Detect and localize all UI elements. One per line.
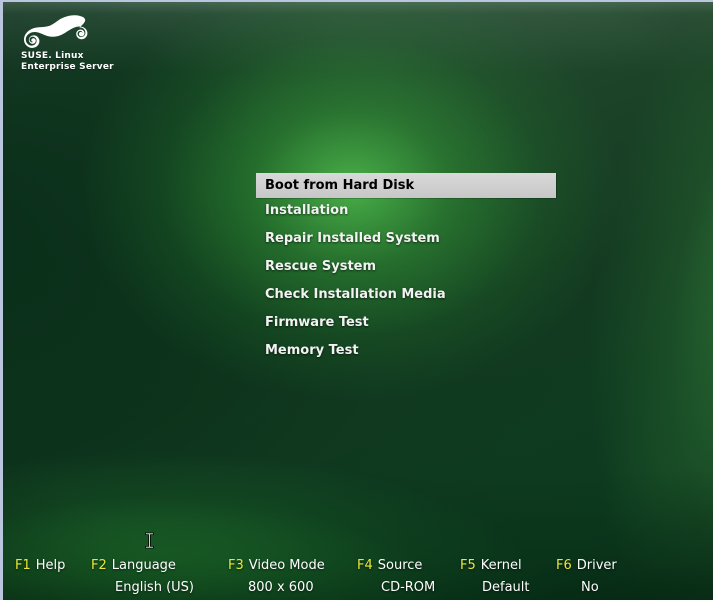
function-key-f2[interactable]: F2 Language: [91, 556, 176, 576]
function-key-f2-code: F2: [91, 558, 107, 573]
function-key-f5-value: Default: [482, 580, 530, 595]
function-key-f1[interactable]: F1 Help: [15, 556, 65, 576]
boot-menu-item-installation[interactable]: Installation: [256, 198, 556, 226]
suse-geeko-chameleon-icon: [23, 15, 88, 48]
boot-menu[interactable]: Boot from Hard Disk Installation Repair …: [256, 173, 556, 366]
function-key-f6-code: F6: [556, 558, 572, 573]
function-key-f4-value: CD-ROM: [381, 580, 436, 595]
function-key-f4-label: Source: [377, 558, 423, 573]
boot-screen: SUSE. Linux Enterprise Server Boot from …: [0, 0, 713, 600]
function-key-bar: F1 Help F2 Language F3 Video Mode F4 Source …: [3, 552, 713, 600]
function-key-f3-label: Video Mode: [248, 558, 325, 573]
function-key-row: F1 Help F2 Language F3 Video Mode F4 Source …: [3, 556, 713, 578]
function-key-f6-label: Driver: [576, 558, 617, 573]
boot-menu-item-repair-installed-system[interactable]: Repair Installed System: [256, 226, 556, 254]
function-key-f6[interactable]: F6 Driver: [556, 556, 617, 576]
function-key-f3-code: F3: [228, 558, 244, 573]
boot-menu-item-rescue-system[interactable]: Rescue System: [256, 254, 556, 282]
product-name: SUSE. Linux Enterprise Server: [21, 51, 151, 73]
function-value-row: English (US) 800 x 600 CD-ROM Default No: [3, 578, 713, 600]
suse-branding: SUSE. Linux Enterprise Server: [21, 13, 151, 73]
boot-menu-item-memory-test[interactable]: Memory Test: [256, 338, 556, 366]
boot-menu-item-boot-from-hard-disk[interactable]: Boot from Hard Disk: [256, 173, 556, 198]
function-key-f2-label: Language: [111, 558, 176, 573]
boot-menu-item-check-installation-media[interactable]: Check Installation Media: [256, 282, 556, 310]
function-key-f4[interactable]: F4 Source: [357, 556, 422, 576]
function-key-f4-code: F4: [357, 558, 373, 573]
function-key-f1-label: Help: [35, 558, 66, 573]
product-name-line-1: SUSE. Linux: [21, 51, 84, 61]
function-key-f6-value: No: [581, 580, 599, 595]
function-key-f5-code: F5: [460, 558, 476, 573]
function-key-f3[interactable]: F3 Video Mode: [228, 556, 325, 576]
boot-menu-item-firmware-test[interactable]: Firmware Test: [256, 310, 556, 338]
function-key-f1-code: F1: [15, 558, 31, 573]
function-key-f5[interactable]: F5 Kernel: [460, 556, 522, 576]
product-name-line-2: Enterprise Server: [21, 62, 114, 72]
function-key-f5-label: Kernel: [480, 558, 522, 573]
text-ibeam-cursor: [145, 532, 154, 549]
function-key-f3-value: 800 x 600: [248, 580, 314, 595]
function-key-f2-value: English (US): [115, 580, 194, 595]
